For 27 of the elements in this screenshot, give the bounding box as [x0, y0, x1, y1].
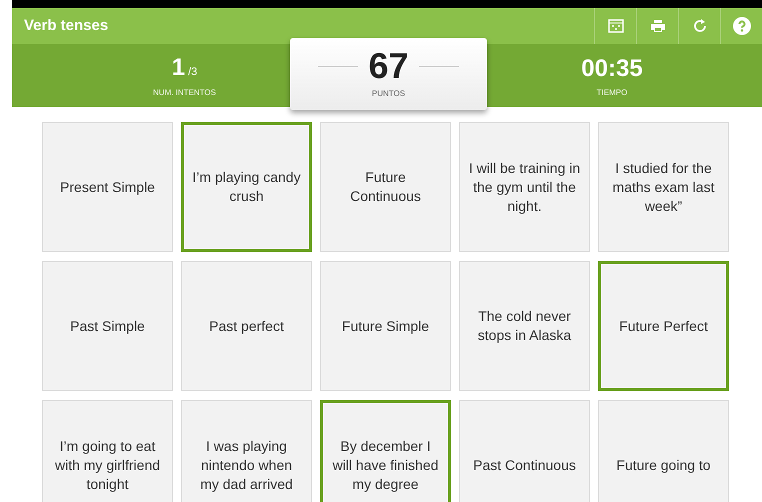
score-label: PUNTOS — [372, 88, 406, 100]
gallery-icon[interactable] — [608, 19, 624, 33]
answer-card[interactable]: The cold never stops in Alaska — [459, 261, 590, 391]
answer-card[interactable]: Present Simple — [42, 122, 173, 252]
attempts-label: NUM. INTENTOS — [153, 86, 216, 99]
timer-value: 00:35 — [581, 56, 643, 80]
answer-card[interactable]: Future going to — [598, 400, 729, 502]
answer-card[interactable]: Future Simple — [320, 261, 451, 391]
attempts-total: /3 — [188, 65, 198, 80]
window-title: Verb tenses — [24, 16, 108, 36]
score-value: 67 — [368, 48, 409, 84]
answer-card[interactable]: By december I will have finished my degree — [320, 400, 451, 502]
answer-card[interactable]: Past Simple — [42, 261, 173, 391]
answer-card[interactable]: I studied for the maths exam last week” — [598, 122, 729, 252]
answer-card[interactable]: I’m going to eat with my girlfriend tonight — [42, 400, 173, 502]
answer-card[interactable]: I will be training in the gym until the night. — [459, 122, 590, 252]
timer-label: TIEMPO — [596, 86, 628, 98]
attempts-count: 1 — [172, 56, 186, 80]
answer-card[interactable]: I’m playing candy crush — [181, 122, 312, 252]
help-icon[interactable] — [732, 17, 750, 35]
answer-card[interactable]: Past perfect — [181, 261, 312, 391]
refresh-icon[interactable] — [692, 18, 708, 34]
answer-card[interactable]: Future Continuous — [320, 122, 451, 252]
answer-card[interactable]: I was playing nintendo when my dad arrived — [181, 400, 312, 502]
answer-card[interactable]: Past Continuous — [459, 400, 590, 502]
answer-card[interactable]: Future Perfect — [598, 261, 729, 391]
print-icon[interactable] — [650, 19, 666, 33]
